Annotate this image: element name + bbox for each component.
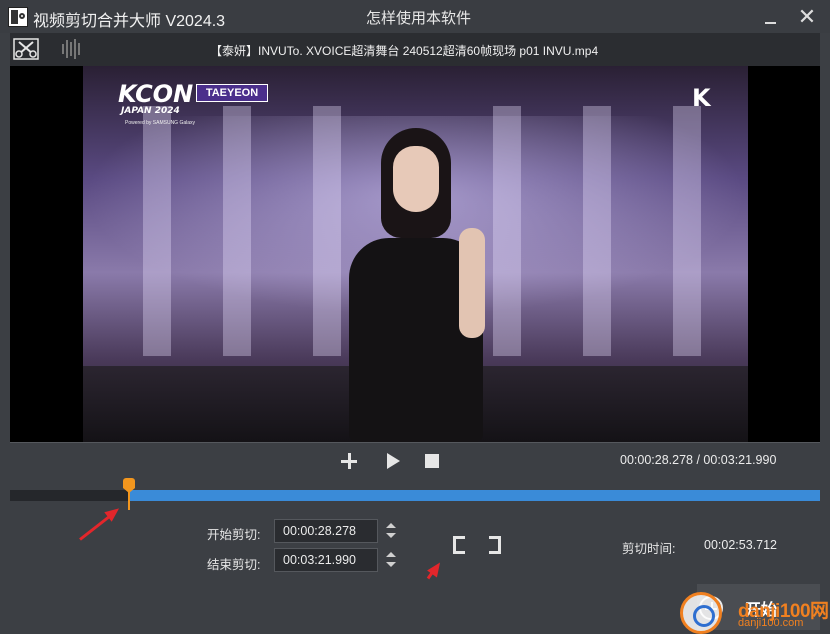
video-frame: KCON JAPAN 2024 Powered by SAMSUNG Galax… — [83, 66, 748, 442]
title-bar: 视频剪切合并大师 V2024.3 怎样使用本软件 ✕ — [0, 0, 830, 33]
close-button[interactable]: ✕ — [795, 5, 819, 29]
start-cut-label: 开始剪切: — [207, 528, 261, 542]
stop-button[interactable] — [425, 454, 439, 468]
sponsor-text: Powered by SAMSUNG Galaxy — [125, 120, 196, 126]
app-logo-icon — [8, 7, 28, 27]
end-cut-label: 结束剪切: — [207, 558, 261, 572]
cut-duration-label: 剪切时间: — [622, 542, 676, 556]
cut-duration-value: 00:02:53.712 — [704, 538, 777, 552]
start-cut-input[interactable]: 00:00:28.278 — [274, 519, 378, 543]
playback-controls: 00:00:28.278 / 00:03:21.990 — [10, 442, 820, 480]
app-title: 视频剪切合并大师 V2024.3 — [33, 13, 226, 30]
add-file-button[interactable] — [339, 451, 359, 471]
set-end-bracket-icon[interactable] — [489, 536, 501, 554]
end-cut-input[interactable]: 00:03:21.990 — [274, 548, 378, 572]
broadcaster-logo: K — [692, 84, 711, 112]
time-display: 00:00:28.278 / 00:03:21.990 — [620, 453, 776, 467]
minimize-button[interactable] — [761, 10, 781, 26]
file-name-label: 【泰妍】INVUTo. XVOICE超清舞台 240512超清60帧现场 p01… — [210, 44, 599, 58]
artist-badge: TAEYEON — [196, 84, 268, 102]
watermark-url: danji100.com — [738, 617, 804, 629]
performer-figure — [341, 128, 491, 442]
cut-panel: 开始剪切: 00:00:28.278 结束剪切: 00:03:21.990 剪切… — [10, 510, 820, 580]
start-cut-spinner[interactable] — [383, 519, 400, 543]
playhead-handle[interactable] — [123, 478, 135, 512]
kcon-logo-subtitle: JAPAN 2024 — [121, 106, 180, 116]
kcon-logo: KCON — [118, 80, 194, 108]
end-cut-spinner[interactable] — [383, 548, 400, 572]
current-time: 00:00:28.278 — [620, 453, 693, 467]
video-player[interactable]: KCON JAPAN 2024 Powered by SAMSUNG Galax… — [10, 66, 820, 442]
waveform-icon[interactable] — [60, 38, 84, 60]
watermark-logo-icon — [680, 592, 722, 634]
set-start-bracket-icon[interactable] — [453, 536, 465, 554]
playhead-marker-icon[interactable] — [123, 478, 135, 493]
play-button[interactable] — [385, 452, 401, 470]
cut-tool-icon[interactable] — [13, 37, 39, 61]
time-separator: / — [693, 453, 704, 467]
toolbar: 【泰妍】INVUTo. XVOICE超清舞台 240512超清60帧现场 p01… — [10, 33, 820, 66]
timeline[interactable] — [10, 478, 820, 512]
total-time: 00:03:21.990 — [703, 453, 777, 467]
help-link[interactable]: 怎样使用本软件 — [366, 7, 471, 28]
timeline-selected-range[interactable] — [128, 490, 820, 501]
